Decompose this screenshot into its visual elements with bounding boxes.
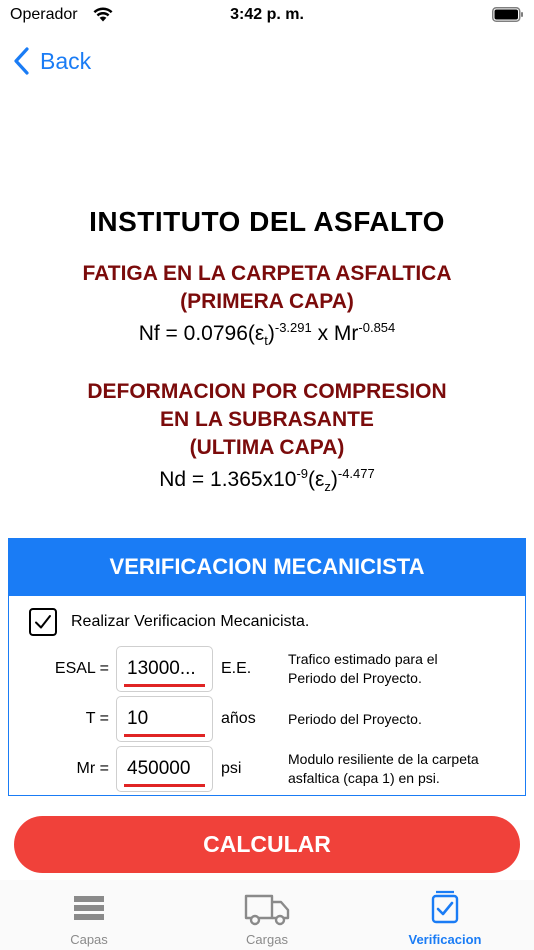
checklist-icon [431,890,459,924]
checkmark-icon [35,615,51,629]
deformation-formula: Nd = 1.365x10-9(εz)-4.477 [0,466,534,493]
deformation-formula-pow: -9 [296,466,308,481]
modulus-row: Mr = 450000 psi Modulo resiliente de la … [9,746,527,792]
clock: 3:42 p. m. [230,6,304,23]
battery-icon [492,7,523,22]
esal-underline [124,684,205,687]
fatigue-formula-lhs: Nf = 0.0796(ε [138,322,265,345]
tab-bar: Capas Cargas Verificacion [0,880,534,950]
panel-title: VERIFICACION MECANICISTA [9,538,525,596]
fatigue-title-line2: (PRIMERA CAPA) [180,290,354,313]
period-description: Periodo del Proyecto. [288,710,524,729]
esal-description: Trafico estimado para el Periodo del Pro… [288,650,524,688]
verification-panel: VERIFICACION MECANICISTA Realizar Verifi… [8,538,526,796]
tab-verificacion[interactable]: Verificacion [356,886,534,950]
tab-cargas[interactable]: Cargas [178,886,356,950]
period-label: T = [85,710,109,727]
fatigue-formula-paren: ) [267,322,275,345]
modulus-desc-line2: asfaltica (capa 1) en psi. [288,770,440,786]
modulus-unit: psi [221,760,242,777]
calculate-button[interactable]: CALCULAR [14,816,520,873]
back-label: Back [40,47,92,74]
esal-desc-line1: Trafico estimado para el [288,651,438,667]
back-button[interactable]: Back [12,44,91,78]
tab-cargas-label: Cargas [246,932,288,947]
chevron-left-icon [14,47,29,75]
modulus-label: Mr = [76,760,109,777]
deformation-title-line1: DEFORMACION POR COMPRESION [87,380,447,403]
fatigue-formula: Nf = 0.0796(εt)-3.291 x Mr-0.854 [0,320,534,347]
deformation-title-line2: EN LA SUBRASANTE [160,408,374,431]
tab-verificacion-label: Verificacion [408,932,482,947]
esal-row: ESAL = 13000... E.E. Trafico estimado pa… [9,646,527,692]
modulus-underline [124,784,205,787]
fatigue-title-line1: FATIGA EN LA CARPETA ASFALTICA [82,262,452,285]
deformation-formula-close: ) [330,468,338,491]
period-input[interactable]: 10 [116,696,213,742]
period-underline [124,734,205,737]
modulus-description: Modulo resiliente de la carpeta asfaltic… [288,750,524,788]
modulus-input[interactable]: 450000 [116,746,213,792]
esal-value: 13000... [127,658,196,679]
layers-icon [74,896,104,920]
deformation-formula-open: (ε [308,468,325,491]
period-desc-line1: Periodo del Proyecto. [288,711,422,727]
period-unit: años [221,710,256,727]
verification-checkbox[interactable] [29,608,57,636]
fatigue-formula-exp2: -0.854 [358,320,396,335]
esal-input[interactable]: 13000... [116,646,213,692]
status-bar: Operador 3:42 p. m. [0,0,534,32]
period-value: 10 [127,708,149,729]
esal-unit: E.E. [221,660,252,677]
page-title: INSTITUTO DEL ASFALTO [89,206,445,237]
verification-checkbox-row: Realizar Verificacion Mecanicista. [29,608,309,636]
fatigue-formula-mid: x Mr [311,322,359,345]
truck-icon [244,894,290,926]
esal-desc-line2: Periodo del Proyecto. [288,670,422,686]
modulus-value: 450000 [127,758,191,779]
deformation-formula-lhs: Nd = 1.365x10 [159,468,297,491]
verification-checkbox-label: Realizar Verificacion Mecanicista. [71,613,310,630]
modulus-desc-line1: Modulo resiliente de la carpeta [288,751,479,767]
deformation-formula-exp1: -4.477 [337,466,375,481]
period-row: T = 10 años Periodo del Proyecto. [9,696,527,742]
deformation-title-line3: (ULTIMA CAPA) [189,436,345,459]
esal-label: ESAL = [54,660,109,677]
tab-capas[interactable]: Capas [0,886,178,950]
fatigue-formula-exp1: -3.291 [274,320,312,335]
tab-capas-label: Capas [70,932,108,947]
